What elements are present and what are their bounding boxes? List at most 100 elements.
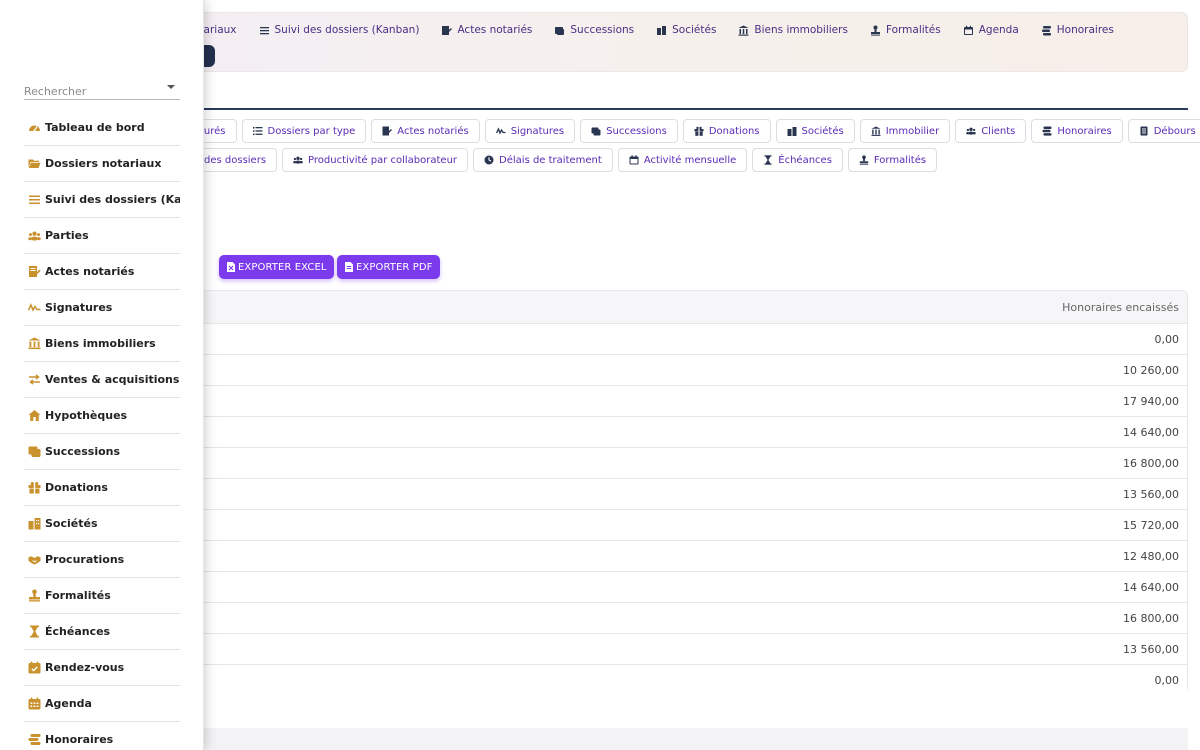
topnav-item-label: Actes notariés	[457, 24, 533, 36]
chip-activite-mensuelle[interactable]: Activité mensuelle	[617, 148, 748, 172]
chip-productivite[interactable]: Productivité par collaborateur	[282, 148, 469, 172]
sidebar-item-label: Suivi des dossiers (Kanba	[45, 193, 180, 206]
export-pdf-button[interactable]: EXPORTER PDF	[337, 255, 440, 279]
sidebar-item-echeances[interactable]: Échéances	[24, 614, 180, 650]
topnav-item-label: Biens immobiliers	[754, 24, 848, 36]
chip-delais-traitement[interactable]: Délais de traitement	[473, 148, 613, 172]
scroll-icon	[554, 25, 565, 36]
signature-icon	[28, 301, 41, 314]
sidebar-item-ventes-acquisitions[interactable]: Ventes & acquisitions	[24, 362, 180, 398]
building-icon	[656, 25, 667, 36]
chip-donations[interactable]: Donations	[682, 119, 771, 143]
chip-label: Honoraires	[1057, 125, 1112, 137]
top-navigation-items: otariaux Suivi des dossiers (Kanban) Act…	[181, 23, 1136, 37]
sidebar-item-actes-notaries[interactable]: Actes notariés	[24, 254, 180, 290]
topnav-item-formalites[interactable]: Formalités	[870, 24, 941, 36]
sidebar-item-societes[interactable]: Sociétés	[24, 506, 180, 542]
chip-debours[interactable]: Débours	[1127, 119, 1200, 143]
clock-icon	[484, 155, 494, 165]
chip-societes[interactable]: Sociétés	[775, 119, 855, 143]
sidebar-item-label: Honoraires	[45, 733, 114, 746]
search-placeholder: Rechercher	[24, 85, 87, 98]
bank-icon	[738, 25, 749, 36]
table-cell: 12 480,00	[1123, 549, 1179, 563]
chip-clients[interactable]: Clients	[955, 119, 1027, 143]
dashboard-icon	[28, 121, 41, 134]
list-icon	[28, 193, 41, 206]
search-select[interactable]: Rechercher	[24, 80, 180, 100]
chevron-down-icon[interactable]	[167, 85, 175, 89]
sidebar-item-formalites[interactable]: Formalités	[24, 578, 180, 614]
sidebar-item-label: Biens immobiliers	[45, 337, 156, 350]
sidebar-item-hypotheques[interactable]: Hypothèques	[24, 398, 180, 434]
calendar-check-icon	[28, 661, 41, 674]
sidebar-item-label: Échéances	[45, 625, 111, 638]
sidebar-item-honoraires[interactable]: Honoraires	[24, 722, 180, 750]
handshake-icon	[28, 553, 41, 566]
topnav-item-label: Agenda	[978, 24, 1019, 36]
hourglass-icon	[763, 155, 773, 165]
scroll-icon	[591, 126, 601, 136]
chip-label: Clients	[981, 125, 1016, 137]
document-edit-icon	[28, 265, 41, 278]
topnav-item-biens[interactable]: Biens immobiliers	[738, 24, 848, 36]
table-cell: 16 800,00	[1123, 456, 1179, 470]
sidebar-item-biens-immobiliers[interactable]: Biens immobiliers	[24, 326, 180, 362]
table-cell: 14 640,00	[1123, 425, 1179, 439]
chip-label: Successions	[606, 125, 667, 137]
sidebar-item-label: Procurations	[45, 553, 125, 566]
chip-label: Échéances	[778, 154, 832, 166]
export-excel-button[interactable]: EXPORTER EXCEL	[219, 255, 334, 279]
table-cell: 17 940,00	[1123, 394, 1179, 408]
table-cell: 13 560,00	[1123, 487, 1179, 501]
table-cell: 13 560,00	[1123, 642, 1179, 656]
topnav-item-actes[interactable]: Actes notariés	[441, 24, 532, 36]
sidebar-item-procurations[interactable]: Procurations	[24, 542, 180, 578]
sidebar-item-dossiers-notariaux[interactable]: Dossiers notariaux	[24, 146, 180, 182]
chip-signatures[interactable]: Signatures	[484, 119, 576, 143]
sidebar-item-label: Sociétés	[45, 517, 98, 530]
column-header-honoraires: Honoraires encaissés	[1062, 300, 1179, 314]
sidebar-item-successions[interactable]: Successions	[24, 434, 180, 470]
chip-actes-notaries[interactable]: Actes notariés	[371, 119, 480, 143]
users-icon	[28, 229, 41, 242]
sidebar-item-label: Agenda	[45, 697, 92, 710]
chip-immobilier[interactable]: Immobilier	[859, 119, 951, 143]
chip-label: Dossiers par type	[267, 125, 356, 137]
calendar-icon	[28, 697, 41, 710]
chip-label: Délais de traitement	[499, 154, 602, 166]
topnav-item-agenda[interactable]: Agenda	[963, 24, 1019, 36]
chip-echeances[interactable]: Échéances	[752, 148, 843, 172]
chip-honoraires[interactable]: Honoraires	[1031, 119, 1123, 143]
building-icon	[28, 517, 41, 530]
stamp-icon	[859, 155, 869, 165]
sidebar-item-parties[interactable]: Parties	[24, 218, 180, 254]
drawer-menu: Tableau de bord Dossiers notariaux Suivi…	[24, 110, 180, 750]
chip-dossiers-par-type[interactable]: Dossiers par type	[241, 119, 367, 143]
sidebar-item-agenda[interactable]: Agenda	[24, 686, 180, 722]
chip-label: Actes notariés	[397, 125, 469, 137]
topnav-item-kanban[interactable]: Suivi des dossiers (Kanban)	[259, 24, 419, 36]
export-excel-label: EXPORTER EXCEL	[238, 261, 327, 273]
exchange-icon	[28, 373, 41, 386]
sidebar-item-label: Rendez-vous	[45, 661, 125, 674]
topnav-item-honoraires[interactable]: Honoraires	[1041, 24, 1114, 36]
sidebar-item-donations[interactable]: Donations	[24, 470, 180, 506]
report-chips-row-1: turés Dossiers par type Actes notariés S…	[182, 119, 1200, 143]
hourglass-icon	[28, 625, 41, 638]
scroll-icon	[28, 445, 41, 458]
sidebar-item-suivi-dossiers[interactable]: Suivi des dossiers (Kanba	[24, 182, 180, 218]
file-pdf-icon	[344, 262, 353, 273]
topnav-item-successions[interactable]: Successions	[554, 24, 634, 36]
sidebar-item-signatures[interactable]: Signatures	[24, 290, 180, 326]
sidebar-item-tableau-de-bord[interactable]: Tableau de bord	[24, 110, 180, 146]
table-cell: 15 720,00	[1123, 518, 1179, 532]
chip-successions[interactable]: Successions	[580, 119, 678, 143]
sidebar-item-rendez-vous[interactable]: Rendez-vous	[24, 650, 180, 686]
chip-label: Signatures	[510, 125, 565, 137]
topnav-item-societes[interactable]: Sociétés	[656, 24, 716, 36]
chip-formalites[interactable]: Formalités	[847, 148, 938, 172]
sidebar-item-label: Dossiers notariaux	[45, 157, 162, 170]
chip-label: Sociétés	[801, 125, 844, 137]
list-icon	[252, 126, 263, 136]
